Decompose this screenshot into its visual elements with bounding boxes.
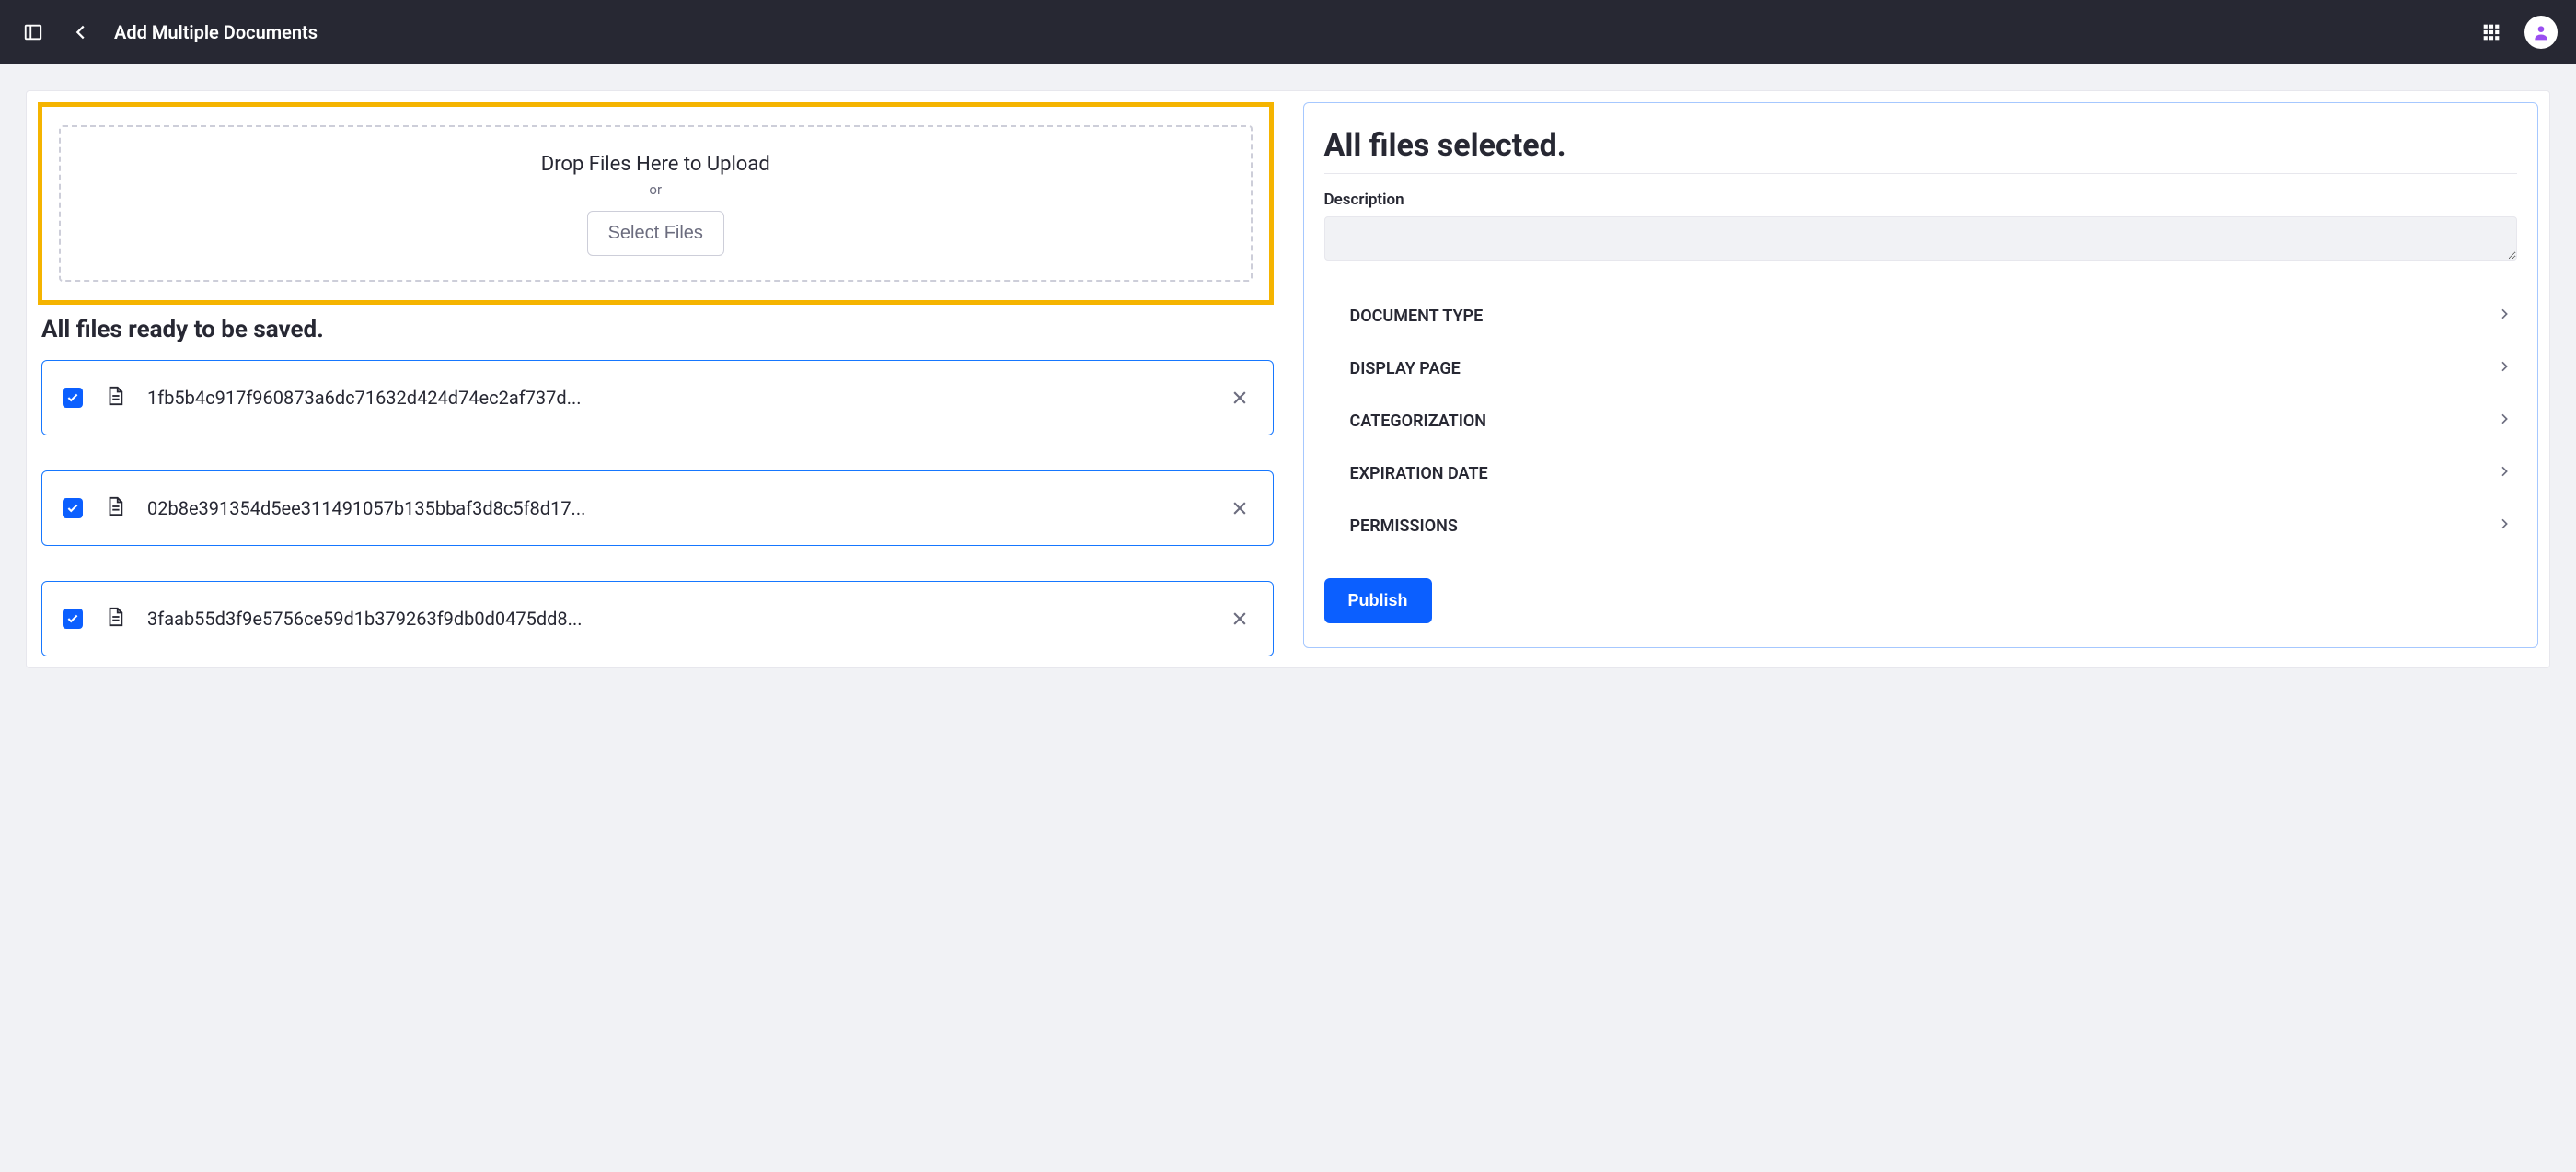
document-icon bbox=[105, 606, 125, 632]
dropzone-title: Drop Files Here to Upload bbox=[79, 153, 1232, 176]
apps-grid-button[interactable] bbox=[2477, 17, 2506, 47]
accordion-label: DOCUMENT TYPE bbox=[1350, 307, 1484, 326]
accordion-row[interactable]: DOCUMENT TYPE bbox=[1324, 290, 2518, 342]
remove-file-button[interactable] bbox=[1227, 385, 1253, 411]
topbar-left: Add Multiple Documents bbox=[18, 17, 2458, 47]
description-input[interactable] bbox=[1324, 216, 2518, 261]
publish-button[interactable]: Publish bbox=[1324, 578, 1432, 623]
accordion-label: PERMISSIONS bbox=[1350, 516, 1458, 536]
dropzone-or: or bbox=[79, 181, 1232, 198]
file-name: 3faab55d3f9e5756ce59d1b379263f9db0d0475d… bbox=[147, 608, 1205, 630]
topbar-right bbox=[2477, 16, 2558, 49]
chevron-right-icon bbox=[2497, 307, 2512, 326]
selected-heading: All files selected. bbox=[1324, 127, 2518, 174]
accordion-row[interactable]: CATEGORIZATION bbox=[1324, 395, 2518, 447]
back-button[interactable] bbox=[66, 17, 96, 47]
ready-heading: All files ready to be saved. bbox=[41, 316, 1274, 343]
file-card[interactable]: 02b8e391354d5ee311491057b135bbaf3d8c5f8d… bbox=[41, 470, 1274, 546]
accordion-row[interactable]: PERMISSIONS bbox=[1324, 500, 2518, 552]
remove-file-button[interactable] bbox=[1227, 495, 1253, 521]
user-avatar[interactable] bbox=[2524, 16, 2558, 49]
file-list: 1fb5b4c917f960873a6dc71632d424d74ec2af73… bbox=[38, 360, 1274, 656]
left-column: Drop Files Here to Upload or Select File… bbox=[27, 91, 1274, 667]
document-icon bbox=[105, 385, 125, 411]
page-title: Add Multiple Documents bbox=[114, 21, 318, 43]
file-checkbox[interactable] bbox=[63, 388, 83, 408]
document-icon bbox=[105, 495, 125, 521]
chevron-right-icon bbox=[2497, 359, 2512, 378]
file-checkbox[interactable] bbox=[63, 498, 83, 518]
dropzone-highlight: Drop Files Here to Upload or Select File… bbox=[38, 102, 1274, 305]
dropzone[interactable]: Drop Files Here to Upload or Select File… bbox=[59, 125, 1253, 282]
chevron-right-icon bbox=[2497, 412, 2512, 431]
chevron-right-icon bbox=[2497, 464, 2512, 483]
file-card[interactable]: 3faab55d3f9e5756ce59d1b379263f9db0d0475d… bbox=[41, 581, 1274, 656]
remove-file-button[interactable] bbox=[1227, 606, 1253, 632]
right-column: All files selected. Description DOCUMENT… bbox=[1303, 91, 2550, 667]
file-card[interactable]: 1fb5b4c917f960873a6dc71632d424d74ec2af73… bbox=[41, 360, 1274, 435]
accordion-label: EXPIRATION DATE bbox=[1350, 464, 1488, 483]
accordion-row[interactable]: DISPLAY PAGE bbox=[1324, 342, 2518, 395]
file-checkbox[interactable] bbox=[63, 609, 83, 629]
file-name: 1fb5b4c917f960873a6dc71632d424d74ec2af73… bbox=[147, 387, 1205, 409]
accordion-label: DISPLAY PAGE bbox=[1350, 359, 1461, 378]
accordion-label: CATEGORIZATION bbox=[1350, 412, 1487, 431]
select-files-button[interactable]: Select Files bbox=[587, 211, 724, 256]
accordion-row[interactable]: EXPIRATION DATE bbox=[1324, 447, 2518, 500]
description-label: Description bbox=[1324, 191, 2518, 209]
file-name: 02b8e391354d5ee311491057b135bbaf3d8c5f8d… bbox=[147, 497, 1205, 519]
sidebar-toggle-button[interactable] bbox=[18, 17, 48, 47]
main-container: Drop Files Here to Upload or Select File… bbox=[26, 90, 2550, 668]
details-panel: All files selected. Description DOCUMENT… bbox=[1303, 102, 2539, 648]
chevron-right-icon bbox=[2497, 516, 2512, 536]
accordion: DOCUMENT TYPE DISPLAY PAGE CATEGORIZATION E… bbox=[1324, 290, 2518, 552]
topbar: Add Multiple Documents bbox=[0, 0, 2576, 64]
